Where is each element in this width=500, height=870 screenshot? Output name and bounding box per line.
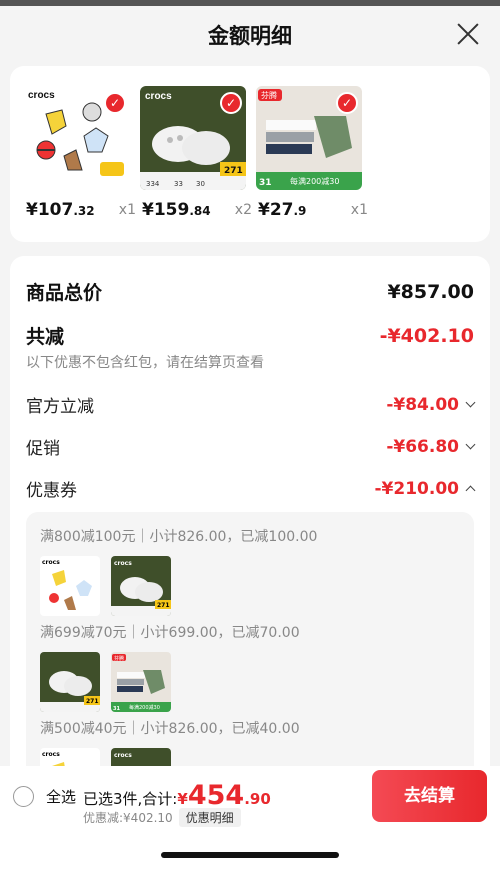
product-qty: x1 <box>350 202 368 218</box>
product-price: ¥27.9 <box>258 200 307 220</box>
coupon-item-thumb: 芬腾 31 每满200减30 <box>111 652 171 712</box>
coupon-group-title: 满699减70元｜小计699.00，已减70.00 <box>40 625 300 641</box>
coupon-item-thumb: crocs 271 <box>111 556 171 616</box>
coupon-group-title: 满800减100元｜小计826.00，已减100.00 <box>40 529 318 545</box>
product-price: ¥159.84 <box>142 200 211 220</box>
status-strip <box>0 0 500 6</box>
close-icon[interactable] <box>456 22 480 46</box>
product-qty: x1 <box>118 202 136 218</box>
product-image: crocs 271 334 33 30 ✓ <box>140 86 246 190</box>
crocs-clog-thumb: 271 <box>40 671 100 712</box>
product-item[interactable]: 芬腾 每满200减30 31 ✓ ¥27.9 x1 <box>256 86 368 220</box>
coupon-group-title: 满500减40元｜小计826.00，已减40.00 <box>40 721 300 737</box>
svg-text:每满200减30: 每满200减30 <box>290 176 339 186</box>
svg-text:crocs: crocs <box>114 752 132 759</box>
official-value: -¥84.00 <box>386 395 476 415</box>
chevron-up-icon <box>465 485 476 496</box>
selected-check-icon[interactable]: ✓ <box>336 92 358 114</box>
selected-check-icon[interactable]: ✓ <box>220 92 242 114</box>
svg-text:芬腾: 芬腾 <box>261 90 277 100</box>
official-discount-row[interactable]: 官方立减 -¥84.00 <box>26 392 476 417</box>
svg-text:271: 271 <box>86 698 99 705</box>
svg-text:crocs: crocs <box>114 560 132 567</box>
total-row: 商品总价 ¥857.00 <box>26 278 474 305</box>
product-item[interactable]: crocs ✓ ¥107.32 x1 <box>24 86 136 220</box>
svg-text:每满200减30: 每满200减30 <box>129 704 160 711</box>
coupon-row[interactable]: 优惠券 -¥210.00 <box>26 476 476 501</box>
discount-summary: 优惠减:¥402.10 优惠明细 <box>83 808 241 827</box>
product-list: crocs ✓ ¥107.32 x1 crocs 271 334 33 30 ✓… <box>10 66 490 242</box>
discount-note: 以下优惠不包含红包，请在结算页查看 <box>26 355 264 371</box>
crocs-jibbitz-thumb: crocs <box>42 559 92 610</box>
promo-label: 促销 <box>26 439 60 459</box>
select-all-radio[interactable] <box>13 786 34 807</box>
page-title: 金额明细 <box>208 24 292 48</box>
reduce-label: 共减 <box>26 326 65 348</box>
svg-text:30: 30 <box>196 180 205 188</box>
selected-summary: 已选3件,合计:¥454.90 <box>83 780 271 811</box>
svg-text:crocs: crocs <box>145 91 172 102</box>
coupon-label: 优惠券 <box>26 481 77 501</box>
total-label: 商品总价 <box>26 282 103 304</box>
official-label: 官方立减 <box>26 397 94 417</box>
crocs-clog-thumb: crocs 271 <box>111 560 171 616</box>
checkout-button[interactable]: 去结算 <box>372 770 487 822</box>
coupon-item-thumb: crocs <box>40 556 100 616</box>
svg-text:33: 33 <box>174 180 183 188</box>
svg-text:271: 271 <box>157 602 170 609</box>
reduce-value: -¥402.10 <box>379 324 474 347</box>
product-price: ¥107.32 <box>26 200 95 220</box>
svg-text:271: 271 <box>224 166 243 176</box>
promotion-row[interactable]: 促销 -¥66.80 <box>26 434 476 459</box>
chevron-down-icon <box>465 397 476 408</box>
coupon-value: -¥210.00 <box>375 479 476 499</box>
svg-text:crocs: crocs <box>28 90 55 101</box>
socks-thumb: 芬腾 31 每满200减30 <box>111 654 171 712</box>
amount-detail-sheet: 金额明细 crocs ✓ ¥107.32 x1 crocs 271 334 33… <box>0 0 500 870</box>
svg-text:31: 31 <box>259 178 272 188</box>
promo-value: -¥66.80 <box>386 437 476 457</box>
coupon-item-thumb: 271 <box>40 652 100 712</box>
product-item[interactable]: crocs 271 334 33 30 ✓ ¥159.84 x2 <box>140 86 252 220</box>
product-qty: x2 <box>234 202 252 218</box>
svg-text:31: 31 <box>113 706 120 712</box>
svg-text:crocs: crocs <box>42 559 60 566</box>
home-indicator <box>161 852 339 858</box>
discount-detail-tag[interactable]: 优惠明细 <box>178 808 241 827</box>
product-image: crocs ✓ <box>24 86 130 190</box>
svg-text:芬腾: 芬腾 <box>114 655 124 662</box>
product-image: 芬腾 每满200减30 31 ✓ <box>256 86 362 190</box>
selected-check-icon[interactable]: ✓ <box>104 92 126 114</box>
svg-text:crocs: crocs <box>42 751 60 758</box>
svg-text:334: 334 <box>146 180 160 188</box>
reduce-row: 共减 -¥402.10 <box>26 322 474 349</box>
total-value: ¥857.00 <box>387 280 474 303</box>
select-all-label[interactable]: 全选 <box>46 786 76 807</box>
chevron-down-icon <box>465 439 476 450</box>
